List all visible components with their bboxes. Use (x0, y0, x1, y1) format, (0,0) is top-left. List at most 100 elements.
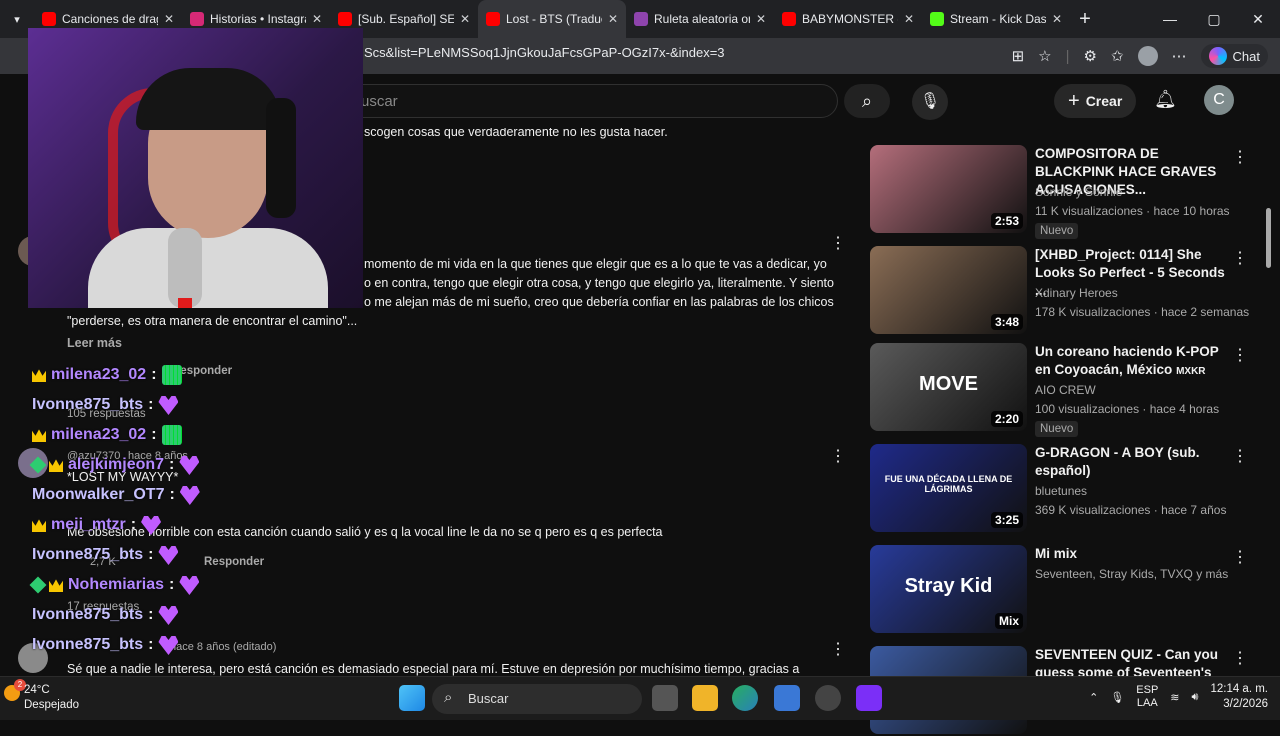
video-title[interactable]: Un coreano haciendo K-POP en Coyoacán, M… (1035, 343, 1235, 381)
close-tab-icon[interactable]: ✕ (164, 12, 174, 26)
language-indicator[interactable]: ESP LAA (1136, 684, 1158, 710)
profile-avatar[interactable] (1137, 46, 1158, 66)
taskbar-search[interactable]: ⌕ Buscar (432, 684, 642, 714)
comment-menu-icon[interactable]: ⋮ (830, 639, 846, 659)
video-meta: 369 K visualizaciones · hace 7 años (1035, 503, 1227, 517)
copilot-chat-button[interactable]: Chat (1200, 44, 1268, 68)
chat-username[interactable]: Ivonne875_bts (32, 396, 143, 414)
video-thumbnail[interactable]: 2:53 (870, 145, 1027, 233)
chat-message: Ivonne875_bts: (32, 605, 179, 625)
close-tab-icon[interactable]: ✕ (460, 12, 470, 26)
recommended-video[interactable]: Stray Kid Mix Mi mix Seventeen, Stray Kids,… (870, 545, 1260, 635)
video-channel[interactable]: bluetunes (1035, 484, 1087, 498)
comment-menu-icon[interactable]: ⋮ (830, 233, 846, 253)
video-channel[interactable]: Sonnie y Sonnie (1035, 185, 1122, 199)
close-tab-icon[interactable]: ✕ (1052, 12, 1062, 26)
mic-icon[interactable]: 🎙 (1110, 691, 1124, 704)
file-explorer-icon[interactable] (692, 685, 718, 711)
taskbar-search-label: Buscar (468, 691, 509, 706)
chat-colon: : (148, 396, 154, 413)
scrollbar-thumb[interactable] (1266, 208, 1271, 268)
video-channel[interactable]: Seventeen, Stray Kids, TVXQ y más (1035, 567, 1228, 581)
close-tab-icon[interactable]: ✕ (312, 12, 322, 26)
video-title[interactable]: Mi mix (1035, 545, 1235, 563)
obs-icon[interactable] (856, 685, 882, 711)
url-field[interactable]: Scs&list=PLeNMSSoq1JjnGkouJaFcsGPaP-OGzI… (364, 45, 725, 60)
video-menu-icon[interactable]: ⋮ (1232, 248, 1248, 268)
minimize-icon[interactable]: — (1148, 11, 1192, 27)
new-tab-button[interactable]: + (1070, 8, 1100, 31)
comment-menu-icon[interactable]: ⋮ (830, 446, 846, 466)
browser-tab[interactable]: Stream - Kick Dash ✕ (922, 0, 1070, 38)
chat-username[interactable]: meii_mtzr (51, 516, 126, 534)
video-menu-icon[interactable]: ⋮ (1232, 147, 1248, 167)
video-thumbnail[interactable]: Stray Kid Mix (870, 545, 1027, 633)
browser-tab[interactable]: BABYMONSTER - 'F ✕ (774, 0, 922, 38)
store-icon[interactable] (774, 685, 800, 711)
title-suffix: MXKR (1176, 366, 1206, 377)
task-view-icon[interactable] (652, 685, 678, 711)
video-menu-icon[interactable]: ⋮ (1232, 345, 1248, 365)
weather-widget[interactable]: 24°C Despejado (24, 683, 79, 713)
chat-message: Ivonne875_bts: (32, 395, 179, 415)
read-more-link[interactable]: Leer más (67, 336, 122, 350)
recommended-video[interactable]: MOVE 2:20 Un coreano haciendo K-POP en Coy… (870, 343, 1260, 437)
chat-username[interactable]: Nohemiarias (68, 576, 164, 594)
notifications-bell-icon[interactable]: 🔔︎ (1154, 89, 1177, 110)
video-menu-icon[interactable]: ⋮ (1232, 446, 1248, 466)
chat-username[interactable]: Moonwalker_OT7 (32, 486, 164, 504)
video-thumbnail[interactable]: 3:48 (870, 246, 1027, 334)
favorites-icon[interactable]: ✩ (1111, 47, 1124, 65)
recommended-video[interactable]: 3:48 [XHBD_Project: 0114] She Looks So Pe… (870, 246, 1260, 336)
account-avatar[interactable]: C (1204, 85, 1234, 115)
window-controls: — ▢ ✕ (1148, 0, 1280, 38)
chat-username[interactable]: alejkimjeon7 (68, 456, 164, 474)
browser-tab[interactable]: Lost - BTS (Traducc ✕ (478, 0, 626, 38)
apps-icon[interactable]: ⊞ (1012, 47, 1025, 65)
close-tab-icon[interactable]: ✕ (608, 12, 618, 26)
chat-username[interactable]: milena23_02 (51, 426, 146, 444)
extensions-icon[interactable]: ⚙ (1084, 47, 1097, 65)
tab-title: Ruleta aleatoria on (654, 12, 750, 26)
wifi-icon[interactable]: ≋ (1170, 691, 1179, 704)
favorite-star-icon[interactable]: ☆ (1038, 47, 1051, 65)
tab-list-icon[interactable]: ▾ (0, 13, 34, 26)
recommended-video[interactable]: FUE UNA DÉCADA LLENA DE LÁGRIMAS 3:25 G-DR… (870, 444, 1260, 534)
create-button[interactable]: + Crear (1054, 84, 1137, 118)
clock-time: 12:14 a. m. (1210, 683, 1268, 695)
video-thumbnail[interactable]: FUE UNA DÉCADA LLENA DE LÁGRIMAS 3:25 (870, 444, 1027, 532)
close-tab-icon[interactable]: ✕ (904, 12, 914, 26)
volume-icon[interactable]: 🔊︎ (1192, 691, 1199, 704)
gem-badge-icon (29, 456, 47, 474)
chat-colon: : (169, 576, 175, 593)
video-channel[interactable]: AIO CREW (1035, 383, 1096, 397)
heart-emote-icon (158, 546, 179, 565)
app-icon[interactable] (815, 685, 841, 711)
chat-username[interactable]: milena23_02 (51, 366, 146, 384)
video-menu-icon[interactable]: ⋮ (1232, 547, 1248, 567)
close-tab-icon[interactable]: ✕ (756, 12, 766, 26)
crown-badge-icon (49, 459, 63, 472)
chat-username[interactable]: Ivonne875_bts (32, 546, 143, 564)
search-input[interactable]: uscar (350, 84, 838, 118)
new-badge: Nuevo (1035, 223, 1079, 239)
chat-username[interactable]: Ivonne875_bts (32, 606, 143, 624)
start-button[interactable] (399, 685, 425, 711)
chevron-up-icon[interactable]: ⌃ (1089, 691, 1098, 704)
video-title[interactable]: G-DRAGON - A BOY (sub. español) (1035, 444, 1235, 480)
chat-username[interactable]: Ivonne875_bts (32, 636, 143, 654)
search-button[interactable]: ⌕ (844, 84, 890, 118)
voice-search-button[interactable]: 🎙 (912, 84, 948, 120)
maximize-icon[interactable]: ▢ (1192, 11, 1236, 28)
edge-browser-icon[interactable] (732, 685, 758, 711)
video-channel[interactable]: Xdinary Heroes (1035, 286, 1118, 300)
video-menu-icon[interactable]: ⋮ (1232, 648, 1248, 668)
recommended-video[interactable]: 2:53 COMPOSITORA DE BLACKPINK HACE GRAVES… (870, 145, 1260, 239)
close-window-icon[interactable]: ✕ (1236, 11, 1280, 28)
browser-tab[interactable]: Ruleta aleatoria on ✕ (626, 0, 774, 38)
clock[interactable]: 12:14 a. m. 3/2/2026 (1210, 682, 1268, 712)
keyboard-layout: LAA (1136, 697, 1158, 709)
video-thumbnail[interactable]: MOVE 2:20 (870, 343, 1027, 431)
clock-date: 3/2/2026 (1223, 698, 1268, 710)
more-icon[interactable]: ⋯ (1172, 47, 1187, 65)
